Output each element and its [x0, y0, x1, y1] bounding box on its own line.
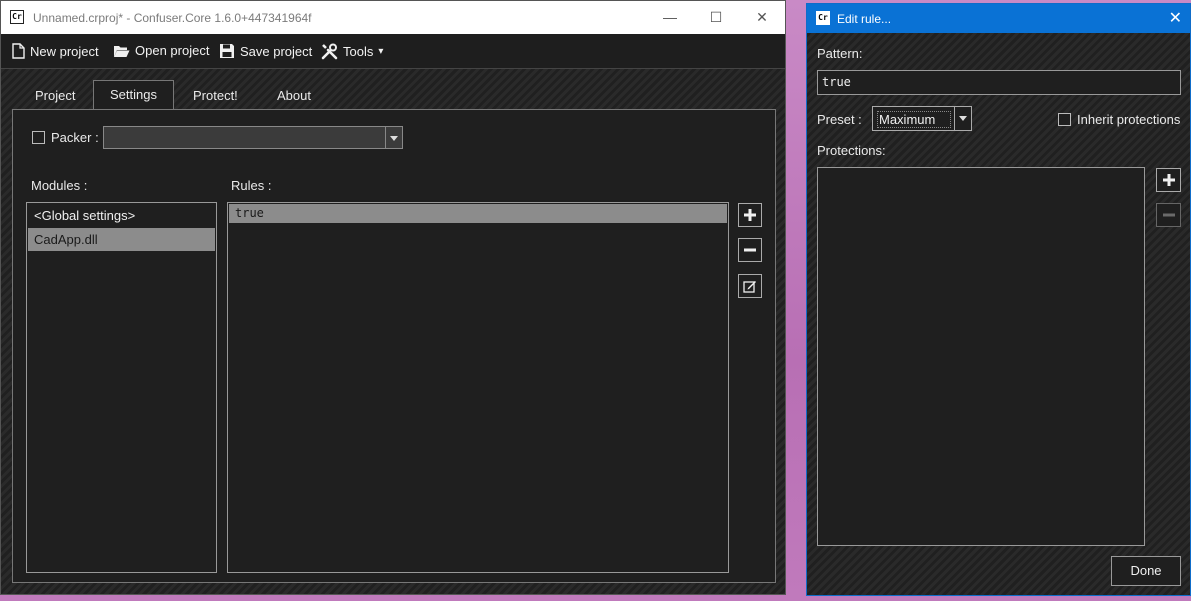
new-project-button[interactable]: New project: [12, 43, 99, 59]
remove-protection-button[interactable]: [1156, 203, 1181, 227]
packer-dropdown[interactable]: [103, 126, 403, 149]
modules-label: Modules :: [31, 178, 88, 193]
folder-open-icon: [114, 45, 130, 57]
tab-project[interactable]: Project: [21, 82, 89, 109]
window-title: Unnamed.crproj* - Confuser.Core 1.6.0+44…: [33, 11, 312, 25]
modules-list[interactable]: <Global settings> CadApp.dll: [26, 202, 217, 573]
maximize-button[interactable]: ☐: [693, 1, 739, 34]
open-project-button[interactable]: Open project: [113, 43, 209, 58]
save-project-label: Save project: [240, 43, 313, 59]
main-window: Cr Unnamed.crproj* - Confuser.Core 1.6.0…: [0, 0, 786, 595]
rules-list[interactable]: true: [227, 202, 729, 573]
new-project-label: New project: [30, 43, 99, 59]
protections-label: Protections:: [817, 143, 886, 158]
protections-list[interactable]: [817, 167, 1145, 546]
preset-label: Preset :: [817, 112, 862, 127]
done-button[interactable]: Done: [1111, 556, 1181, 586]
main-workarea: Project Settings Protect! About Packer :…: [1, 69, 785, 594]
save-project-button[interactable]: Save project: [219, 43, 312, 59]
confuser-app-icon: Cr: [10, 10, 24, 24]
rules-label: Rules :: [231, 178, 272, 193]
pattern-label: Pattern:: [817, 46, 863, 61]
minus-icon: [1162, 213, 1175, 217]
dialog-close-button[interactable]: ✕: [1169, 8, 1182, 28]
module-item-cadapp[interactable]: CadApp.dll: [28, 228, 215, 251]
main-titlebar[interactable]: Cr Unnamed.crproj* - Confuser.Core 1.6.0…: [1, 1, 785, 34]
edit-rule-dialog: Cr Edit rule... ✕ Pattern: true Preset :…: [806, 3, 1191, 596]
settings-panel: Packer : Modules : Rules : <Global setti…: [12, 109, 776, 583]
remove-rule-button[interactable]: [738, 238, 762, 262]
open-project-label: Open project: [135, 43, 210, 58]
dialog-app-icon: Cr: [816, 11, 830, 25]
packer-label: Packer :: [51, 130, 99, 145]
tab-protect[interactable]: Protect!: [179, 82, 252, 109]
inherit-protections-label: Inherit protections: [1077, 112, 1181, 127]
save-floppy-icon: [220, 44, 234, 58]
pattern-input[interactable]: true: [817, 70, 1181, 95]
minus-icon: [744, 248, 756, 252]
dialog-titlebar[interactable]: Cr Edit rule... ✕: [807, 4, 1190, 33]
plus-icon: [744, 209, 756, 221]
rule-item[interactable]: true: [229, 204, 727, 223]
plus-icon: [1162, 174, 1175, 186]
tools-menu[interactable]: Tools ▾: [321, 43, 383, 60]
minimize-button[interactable]: —: [647, 1, 693, 34]
close-button[interactable]: ✕: [739, 1, 785, 34]
preset-dropdown[interactable]: Maximum: [872, 106, 972, 131]
edit-pencil-icon: [743, 281, 756, 293]
inherit-protections-checkbox[interactable]: [1058, 113, 1071, 126]
add-protection-button[interactable]: [1156, 168, 1181, 192]
tools-label: Tools: [343, 44, 374, 59]
add-rule-button[interactable]: [738, 203, 762, 227]
dropdown-arrow-icon[interactable]: [385, 127, 402, 148]
tab-about[interactable]: About: [263, 82, 325, 109]
packer-checkbox[interactable]: [32, 131, 45, 144]
tab-settings[interactable]: Settings: [93, 80, 174, 110]
chevron-down-icon: ▾: [378, 46, 384, 57]
preset-dropdown-arrow-icon[interactable]: [954, 107, 971, 130]
tools-wrench-icon: [321, 43, 338, 60]
preset-value: Maximum: [877, 111, 951, 128]
module-item-global-settings[interactable]: <Global settings>: [28, 204, 215, 227]
edit-rule-button[interactable]: [738, 274, 762, 298]
toolbar: New project Open project Save project To…: [1, 34, 785, 69]
new-file-icon: [12, 43, 25, 59]
dialog-title: Edit rule...: [837, 12, 892, 26]
